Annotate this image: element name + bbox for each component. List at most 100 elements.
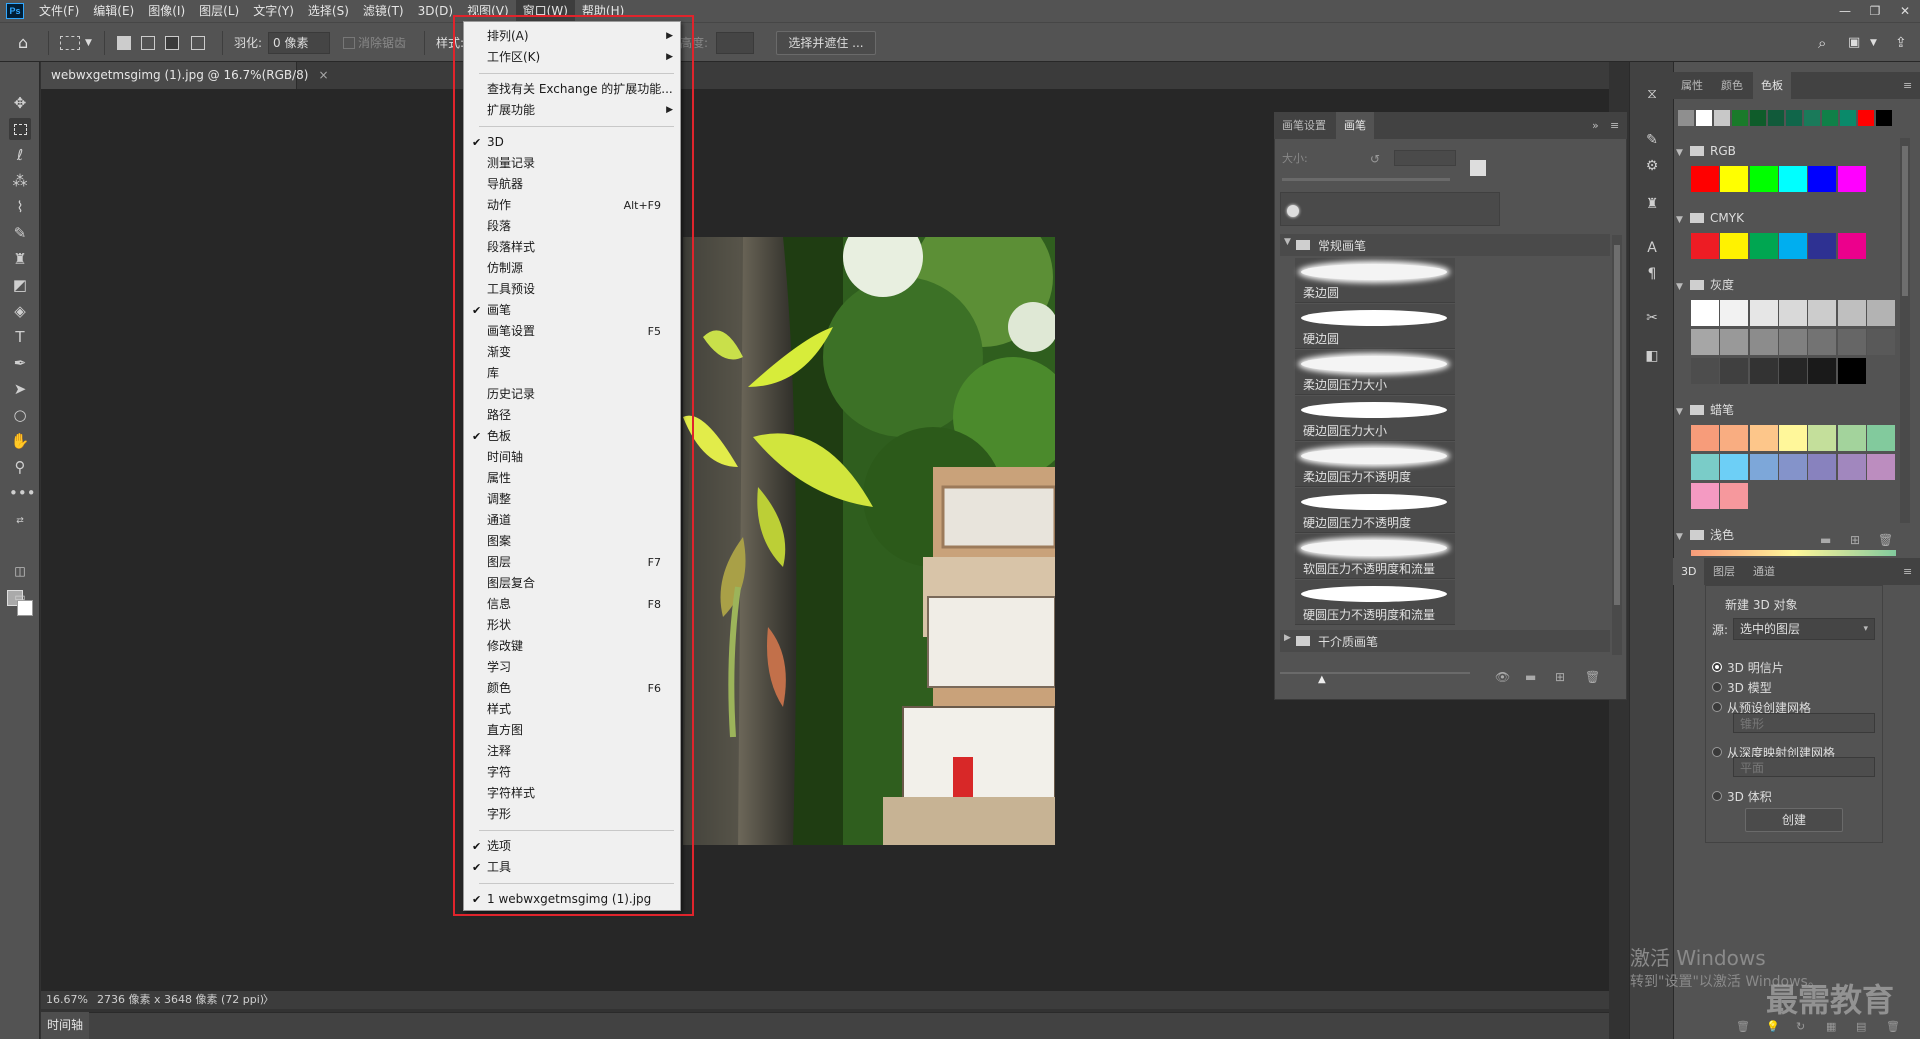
feather-input[interactable]: 0 像素 bbox=[268, 32, 330, 54]
menu-6[interactable]: 滤镜(T) bbox=[356, 0, 411, 22]
delete-swatch-icon[interactable]: 🗑 bbox=[1878, 533, 1893, 547]
swatch-group-header[interactable]: ▼ 灰度 bbox=[1676, 276, 1906, 294]
color-swatch[interactable] bbox=[1749, 358, 1778, 384]
color-swatch[interactable] bbox=[1866, 454, 1895, 480]
panel-menu-icon[interactable]: ≡ bbox=[1895, 72, 1920, 99]
color-swatch[interactable] bbox=[1749, 329, 1778, 355]
panel-menu-icon[interactable]: ≡ bbox=[1602, 112, 1627, 139]
color-swatch[interactable] bbox=[1866, 329, 1895, 355]
brush-scrollbar[interactable] bbox=[1612, 235, 1622, 655]
color-swatch[interactable] bbox=[1778, 425, 1807, 451]
color-swatch[interactable] bbox=[1691, 166, 1719, 192]
document-tab[interactable]: webwxgetmsgimg (1).jpg @ 16.7%(RGB/8) × bbox=[41, 62, 329, 89]
tab-color[interactable]: 颜色 bbox=[1713, 72, 1751, 99]
color-swatch[interactable] bbox=[1691, 358, 1719, 384]
brush-item[interactable]: 柔边圆压力不透明度 bbox=[1295, 442, 1455, 487]
color-swatch[interactable] bbox=[1749, 454, 1778, 480]
brush-edit-icon[interactable] bbox=[1470, 160, 1486, 176]
menu-2[interactable]: 图像(I) bbox=[141, 0, 192, 22]
brush-group-dry[interactable]: ▶ 干介质画笔 bbox=[1280, 630, 1610, 652]
hand-tool-icon[interactable]: ✋ bbox=[9, 430, 31, 452]
restore-button[interactable]: ❐ bbox=[1860, 0, 1890, 22]
recent-swatch[interactable] bbox=[1732, 110, 1748, 126]
brush-item[interactable]: 硬边圆压力大小 bbox=[1295, 396, 1455, 441]
tab-swatches[interactable]: 色板 bbox=[1753, 72, 1791, 99]
color-swatch[interactable] bbox=[1808, 233, 1837, 259]
radio-button[interactable] bbox=[1712, 791, 1722, 801]
paragraph-icon[interactable]: ¶ bbox=[1642, 264, 1662, 284]
color-swatch[interactable] bbox=[1749, 425, 1778, 451]
color-swatch[interactable] bbox=[1720, 329, 1749, 355]
new-swatch-icon[interactable]: ⊞ bbox=[1850, 533, 1860, 547]
tab-layers[interactable]: 图层 bbox=[1705, 558, 1743, 585]
color-swatch[interactable] bbox=[1691, 233, 1719, 259]
menu-4[interactable]: 文字(Y) bbox=[246, 0, 301, 22]
toggle-preview-icon[interactable]: 👁 bbox=[1495, 670, 1510, 684]
brush-item[interactable]: 硬圆压力不透明度和流量 bbox=[1295, 580, 1455, 625]
move-tool-icon[interactable]: ✥ bbox=[9, 92, 31, 114]
color-swatch[interactable] bbox=[1808, 166, 1837, 192]
more-tools-icon[interactable]: ••• bbox=[9, 482, 36, 504]
brush-settings-icon[interactable]: ✎ bbox=[1642, 130, 1662, 150]
brush-item[interactable]: 硬边圆 bbox=[1295, 304, 1455, 349]
color-swatch[interactable] bbox=[1778, 329, 1807, 355]
color-swatch[interactable] bbox=[1866, 300, 1895, 326]
recent-swatch[interactable] bbox=[1786, 110, 1802, 126]
marquee-tool-preset-icon[interactable] bbox=[60, 36, 80, 50]
delete-brush-icon[interactable]: 🗑 bbox=[1585, 670, 1600, 684]
new-group-icon[interactable]: ▬ bbox=[1525, 670, 1536, 684]
recent-swatch[interactable] bbox=[1804, 110, 1820, 126]
tab-brush-settings[interactable]: 画笔设置 bbox=[1274, 112, 1334, 139]
eyedropper-tool-icon[interactable]: ⌇ bbox=[9, 196, 31, 218]
close-tab-icon[interactable]: × bbox=[319, 68, 329, 82]
adjust-icon[interactable]: ⚙ bbox=[1642, 156, 1662, 176]
footer-mesh-icon[interactable]: ▦ bbox=[1826, 1020, 1836, 1033]
footer-light-icon[interactable]: 💡 bbox=[1766, 1020, 1780, 1033]
color-swatch[interactable] bbox=[1866, 425, 1895, 451]
color-swatch[interactable] bbox=[1749, 166, 1778, 192]
recent-brush-icon[interactable] bbox=[1287, 205, 1299, 217]
tab-timeline[interactable]: 时间轴 bbox=[41, 1012, 89, 1039]
color-swatch[interactable] bbox=[1837, 454, 1866, 480]
stamp-tool-icon[interactable]: ♜ bbox=[9, 248, 31, 270]
workspace-chevron-icon[interactable]: ▼ bbox=[1870, 32, 1877, 54]
brush-size-input[interactable] bbox=[1394, 150, 1456, 166]
recent-swatch[interactable] bbox=[1678, 110, 1694, 126]
brush-item[interactable]: 硬边圆压力不透明度 bbox=[1295, 488, 1455, 533]
color-swatch[interactable] bbox=[1778, 166, 1807, 192]
swatch-group-header[interactable]: ▼ 蜡笔 bbox=[1676, 401, 1906, 419]
color-swatch[interactable] bbox=[1720, 300, 1749, 326]
path-select-tool-icon[interactable]: ➤ bbox=[9, 378, 31, 400]
info-expand-icon[interactable]: 〉 bbox=[263, 991, 274, 1009]
minimize-button[interactable]: — bbox=[1830, 0, 1860, 22]
color-swatch[interactable] bbox=[1720, 233, 1749, 259]
color-swatch[interactable] bbox=[1808, 425, 1837, 451]
share-icon[interactable]: ⇪ bbox=[1895, 32, 1907, 54]
color-swatch[interactable] bbox=[1837, 329, 1866, 355]
radio-button[interactable] bbox=[1712, 747, 1722, 757]
select-and-mask-button[interactable]: 选择并遮住 ... bbox=[776, 31, 876, 55]
color-swatch[interactable] bbox=[1808, 329, 1837, 355]
intersect-selection-icon[interactable] bbox=[191, 36, 205, 50]
brush-item[interactable]: 柔边圆压力大小 bbox=[1295, 350, 1455, 395]
ellipse-tool-icon[interactable]: ○ bbox=[9, 404, 31, 426]
libraries-icon[interactable]: ◧ bbox=[1642, 346, 1662, 366]
color-swatch[interactable] bbox=[1720, 483, 1749, 509]
color-swatch[interactable] bbox=[1778, 300, 1807, 326]
color-swatch[interactable] bbox=[1720, 166, 1749, 192]
swap-colors-icon[interactable]: ⇄ bbox=[9, 510, 31, 532]
recent-swatch[interactable] bbox=[1750, 110, 1766, 126]
history-icon[interactable]: ⧖ bbox=[1642, 84, 1662, 104]
tab-channels[interactable]: 通道 bbox=[1745, 558, 1783, 585]
color-swatch[interactable] bbox=[1691, 483, 1719, 509]
color-swatch[interactable] bbox=[1837, 425, 1866, 451]
brush-size-slider[interactable] bbox=[1282, 178, 1450, 181]
tab-properties[interactable]: 属性 bbox=[1673, 72, 1711, 99]
antialias-checkbox[interactable] bbox=[343, 37, 355, 49]
zoom-tool-icon[interactable]: ⚲ bbox=[9, 456, 31, 478]
workspace-icon[interactable]: ▣ bbox=[1848, 32, 1860, 54]
color-swatch[interactable] bbox=[1691, 425, 1719, 451]
color-swatch[interactable] bbox=[1691, 300, 1719, 326]
depth-map-select[interactable]: 平面 bbox=[1733, 757, 1875, 777]
brush-item[interactable]: 软圆压力不透明度和流量 bbox=[1295, 534, 1455, 579]
